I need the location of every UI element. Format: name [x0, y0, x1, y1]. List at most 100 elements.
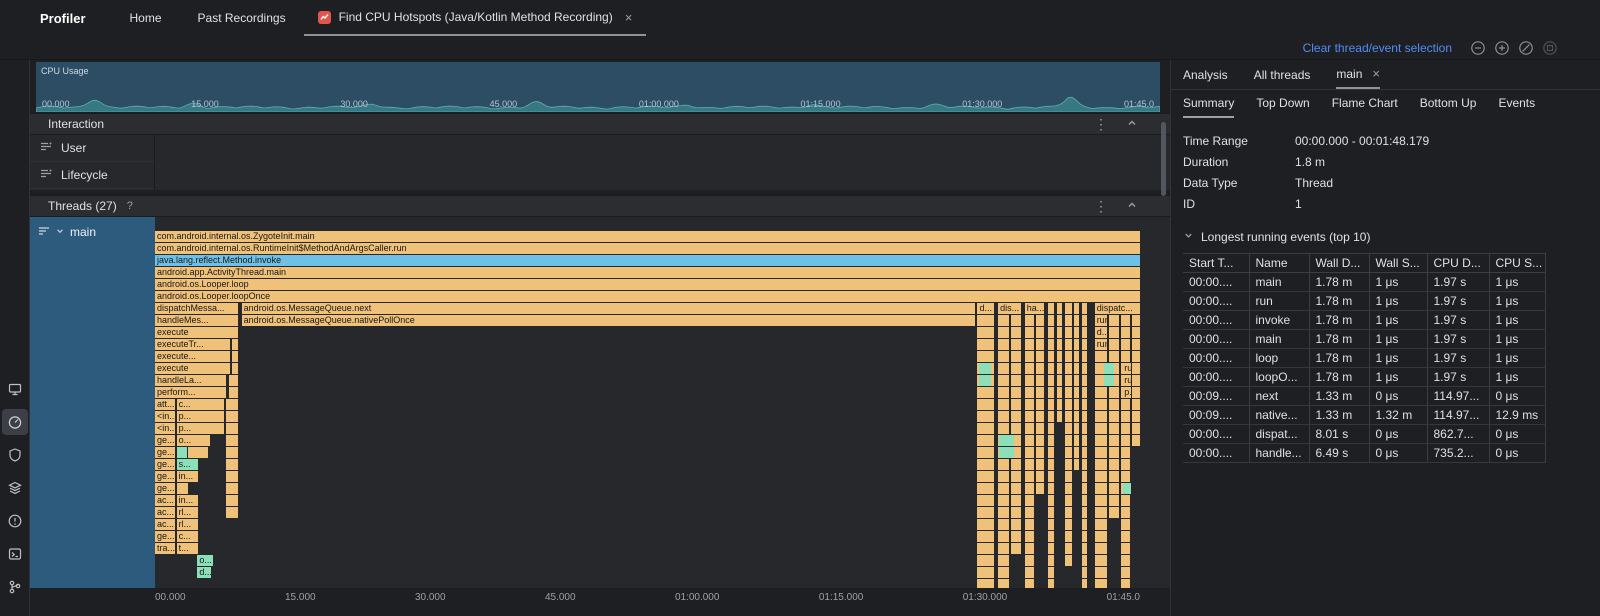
flame-column[interactable]: [1048, 303, 1054, 588]
flame-bar[interactable]: ge...: [155, 471, 175, 482]
flame-column[interactable]: [1109, 303, 1119, 519]
running-devices-icon[interactable]: [2, 376, 28, 402]
subtab-top-down[interactable]: Top Down: [1256, 90, 1309, 118]
help-icon[interactable]: ?: [127, 200, 133, 212]
flame-bar[interactable]: ge...: [155, 483, 175, 494]
flame-bar[interactable]: s...: [177, 459, 199, 470]
flame-bar[interactable]: [232, 363, 238, 374]
column-header[interactable]: Name: [1249, 254, 1309, 273]
git-branch-icon[interactable]: [2, 574, 28, 600]
flame-bar[interactable]: d...: [197, 567, 211, 578]
flame-bar[interactable]: ac...: [155, 495, 175, 506]
flame-bar[interactable]: ge...: [155, 459, 175, 470]
table-row[interactable]: 00:00....loopO...1.78 m1 μs1.97 s1 μs: [1183, 368, 1545, 387]
flame-column[interactable]: [1036, 303, 1045, 495]
flame-bar[interactable]: <in...: [155, 423, 175, 434]
flame-bar[interactable]: [999, 435, 1014, 446]
flame-chart[interactable]: com.android.internal.os.ZygoteInit.mainc…: [155, 217, 1140, 588]
table-row[interactable]: 00:09....native...1.33 m1.32 m114.97...1…: [1183, 406, 1545, 425]
flame-bar[interactable]: c...: [177, 399, 224, 410]
flame-bar[interactable]: com.android.internal.os.RuntimeInit$Meth…: [155, 243, 1140, 254]
flame-bar[interactable]: execute: [155, 327, 238, 338]
column-header[interactable]: Wall S...: [1369, 254, 1427, 273]
flame-bar[interactable]: o...: [177, 435, 210, 446]
flame-column[interactable]: [1025, 303, 1034, 588]
flame-bar[interactable]: [226, 423, 238, 434]
events-section-header[interactable]: Longest running events (top 10): [1183, 230, 1600, 244]
threads-header[interactable]: Threads (27) ? ⋮: [30, 195, 1170, 217]
flame-bar[interactable]: p...: [177, 411, 224, 422]
flame-bar[interactable]: [226, 507, 238, 518]
flame-bar[interactable]: ge...: [155, 447, 175, 458]
flame-bar[interactable]: handleLa...: [155, 375, 226, 386]
flame-bar[interactable]: [229, 375, 238, 386]
flame-bar[interactable]: rl...: [177, 519, 199, 530]
table-row[interactable]: 00:00....main1.78 m1 μs1.97 s1 μs: [1183, 273, 1545, 292]
kebab-menu-icon[interactable]: ⋮: [1094, 199, 1108, 213]
column-header[interactable]: Start T...: [1183, 254, 1249, 273]
flame-bar[interactable]: [177, 447, 187, 458]
flame-bar[interactable]: [226, 483, 238, 494]
subtab-bottom-up[interactable]: Bottom Up: [1420, 90, 1477, 118]
flame-bar[interactable]: android.app.ActivityThread.main: [155, 267, 1140, 278]
flame-bar[interactable]: com.android.internal.os.ZygoteInit.main: [155, 231, 1140, 242]
vertical-scrollbar[interactable]: [1161, 122, 1166, 196]
flame-bar[interactable]: att...: [155, 399, 175, 410]
flame-column[interactable]: [1082, 303, 1087, 588]
flame-bar[interactable]: c...: [177, 531, 199, 542]
flame-bar[interactable]: ac...: [155, 519, 175, 530]
terminal-icon[interactable]: [2, 541, 28, 567]
flame-column[interactable]: [1074, 303, 1079, 471]
flame-bar[interactable]: [229, 387, 238, 398]
table-row[interactable]: 00:00....dispat...8.01 s0 μs862.7...0 μs: [1183, 425, 1545, 444]
flame-bar[interactable]: t...: [177, 543, 199, 554]
table-row[interactable]: 00:00....run1.78 m1 μs1.97 s1 μs: [1183, 292, 1545, 311]
tab-main-thread[interactable]: main ×: [1336, 60, 1380, 89]
tab-all-threads[interactable]: All threads: [1254, 60, 1311, 89]
flame-bar[interactable]: [226, 411, 238, 422]
collapse-chevron-icon[interactable]: [1126, 117, 1138, 132]
cpu-usage-track[interactable]: CPU Usage 00.00015.00030.00045.00001:00.…: [36, 62, 1160, 112]
flame-bar[interactable]: [979, 363, 991, 374]
table-row[interactable]: 00:00....handle...6.49 s0 μs735.2...0 μs: [1183, 444, 1545, 463]
shield-icon[interactable]: [2, 442, 28, 468]
flame-bar[interactable]: [226, 459, 238, 470]
subtab-flame-chart[interactable]: Flame Chart: [1332, 90, 1398, 118]
flame-bar[interactable]: ge...: [155, 435, 175, 446]
tab-recording[interactable]: Find CPU Hotspots (Java/Kotlin Method Re…: [304, 0, 647, 36]
chevron-down-icon[interactable]: [55, 225, 65, 239]
column-header[interactable]: CPU D...: [1427, 254, 1489, 273]
chevron-down-icon[interactable]: [1183, 230, 1194, 244]
flame-bar[interactable]: [999, 447, 1014, 458]
flame-bar[interactable]: [226, 447, 238, 458]
flame-bar[interactable]: [1123, 483, 1131, 494]
flame-bar[interactable]: tra...: [155, 543, 175, 554]
flame-bar[interactable]: p...: [177, 423, 224, 434]
flame-bar[interactable]: <in...: [155, 411, 175, 422]
flame-bar[interactable]: rl...: [177, 507, 199, 518]
flame-bar[interactable]: dispatchMessa...: [155, 303, 238, 314]
flame-bar[interactable]: handleMes...: [155, 315, 238, 326]
subtab-summary[interactable]: Summary: [1183, 90, 1234, 118]
column-header[interactable]: CPU S...: [1489, 254, 1545, 273]
collapse-chevron-icon[interactable]: [1126, 199, 1138, 214]
flame-column[interactable]: [1121, 303, 1130, 588]
flame-bar[interactable]: execute...: [155, 351, 230, 362]
flame-bar[interactable]: [226, 495, 238, 506]
table-row[interactable]: 00:09....next1.33 m0 μs114.97...0 μs: [1183, 387, 1545, 406]
flame-bar[interactable]: android.os.MessageQueue.next: [242, 303, 975, 314]
flame-bar[interactable]: [979, 375, 991, 386]
flame-bar[interactable]: run: [1095, 315, 1107, 326]
flame-bar[interactable]: android.os.Looper.loopOnce: [155, 291, 1140, 302]
flame-bar[interactable]: [232, 351, 238, 362]
subtab-events[interactable]: Events: [1498, 90, 1535, 118]
flame-bar[interactable]: [226, 399, 238, 410]
table-row[interactable]: 00:00....main1.78 m1 μs1.97 s1 μs: [1183, 330, 1545, 349]
flame-bar[interactable]: d...: [977, 303, 994, 314]
flame-bar[interactable]: run: [1095, 339, 1107, 350]
flame-bar[interactable]: executeTr...: [155, 339, 230, 350]
flame-bar[interactable]: android.os.Looper.loop: [155, 279, 1140, 290]
reset-zoom-icon[interactable]: [1518, 40, 1534, 56]
flame-bar[interactable]: o...: [197, 555, 213, 566]
zoom-in-icon[interactable]: [1494, 40, 1510, 56]
